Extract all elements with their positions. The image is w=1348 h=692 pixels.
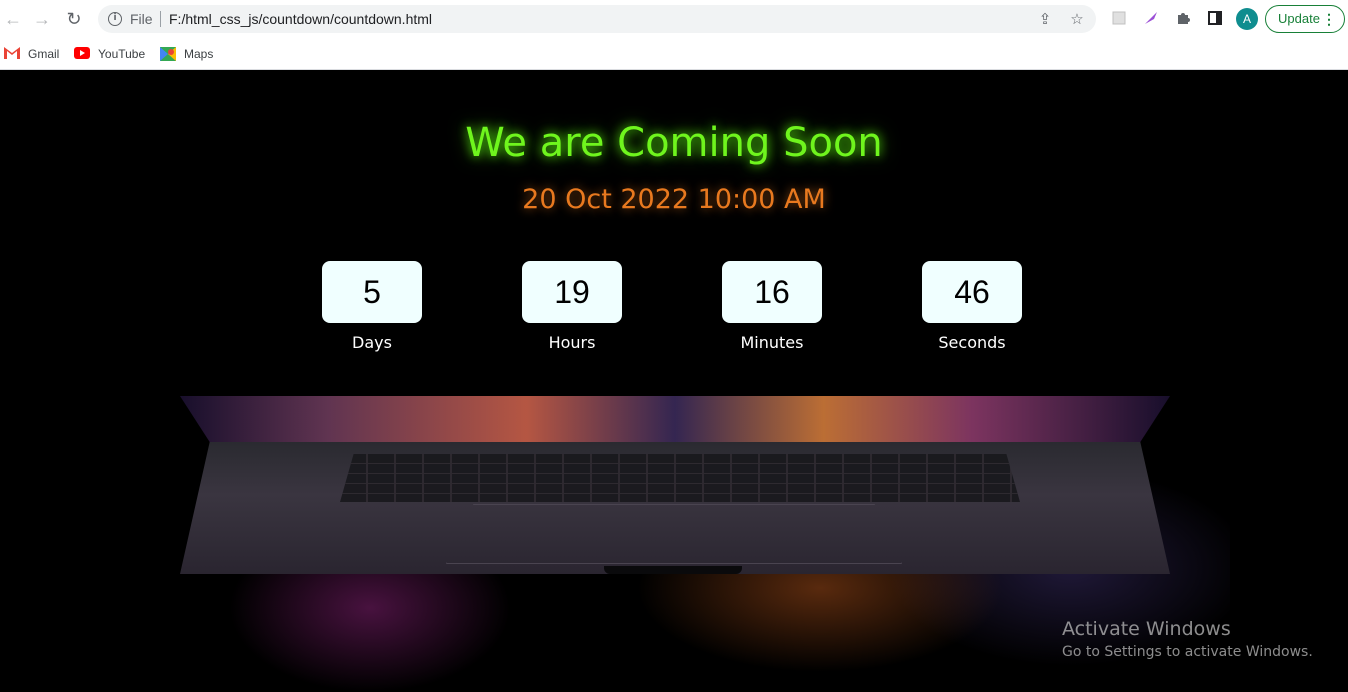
bookmark-label: YouTube	[98, 47, 146, 61]
seconds-label: Seconds	[938, 333, 1006, 352]
hours-label: Hours	[548, 333, 596, 352]
bookmark-maps[interactable]: Maps	[160, 44, 213, 64]
gmail-icon	[4, 47, 20, 61]
update-label: Update	[1278, 11, 1320, 26]
puzzle-icon[interactable]	[1174, 10, 1192, 28]
watermark-title: Activate Windows	[1062, 618, 1231, 640]
address-bar[interactable]: i File F:/html_css_js/countdown/countdow…	[98, 5, 1096, 33]
profile-avatar[interactable]: A	[1236, 8, 1258, 30]
url-text[interactable]: F:/html_css_js/countdown/countdown.html	[169, 11, 432, 27]
back-icon[interactable]: ←	[3, 9, 23, 29]
laptop-screen-image	[180, 396, 1170, 442]
browser-toolbar: ← → ↻ i File F:/html_css_js/countdown/co…	[0, 0, 1348, 38]
bookmark-gmail[interactable]: Gmail	[4, 44, 59, 64]
quill-extension-icon[interactable]	[1142, 10, 1160, 28]
maps-icon	[160, 47, 176, 61]
minutes-value: 16	[722, 261, 822, 323]
days-value: 5	[322, 261, 422, 323]
minutes-label: Minutes	[740, 333, 804, 352]
page-title: We are Coming Soon	[465, 120, 883, 166]
laptop-trackpad-image	[446, 504, 902, 564]
hours-value: 19	[522, 261, 622, 323]
omnibox-separator	[160, 11, 161, 27]
laptop-keyrows-image	[340, 454, 1020, 502]
file-label: File	[130, 11, 153, 27]
launch-date: 20 Oct 2022 10:00 AM	[522, 184, 826, 215]
bookmark-youtube[interactable]: YouTube	[74, 44, 145, 64]
watermark-subtitle: Go to Settings to activate Windows.	[1062, 644, 1313, 660]
sidepanel-icon[interactable]	[1206, 10, 1224, 28]
seconds-value: 46	[922, 261, 1022, 323]
reload-icon[interactable]: ↻	[64, 9, 84, 29]
days-label: Days	[352, 333, 392, 352]
countdown-page: We are Coming Soon 20 Oct 2022 10:00 AM …	[0, 78, 1348, 692]
bookmark-label: Maps	[184, 47, 214, 61]
share-icon[interactable]: ⇪	[1036, 10, 1054, 28]
bookmark-label: Gmail	[28, 47, 60, 61]
menu-icon[interactable]: ⋮	[1322, 6, 1336, 32]
extension-icon[interactable]	[1110, 10, 1128, 28]
laptop-lip-image	[604, 566, 742, 574]
info-icon[interactable]: i	[108, 12, 122, 26]
star-icon[interactable]: ☆	[1068, 10, 1086, 28]
bookmarks-bar: Gmail YouTube Maps	[0, 38, 1348, 70]
forward-icon[interactable]: →	[32, 9, 52, 29]
youtube-icon	[74, 47, 90, 61]
update-button[interactable]: Update ⋮	[1265, 5, 1345, 33]
activate-windows-watermark: Activate Windows Go to Settings to activ…	[1062, 618, 1313, 660]
